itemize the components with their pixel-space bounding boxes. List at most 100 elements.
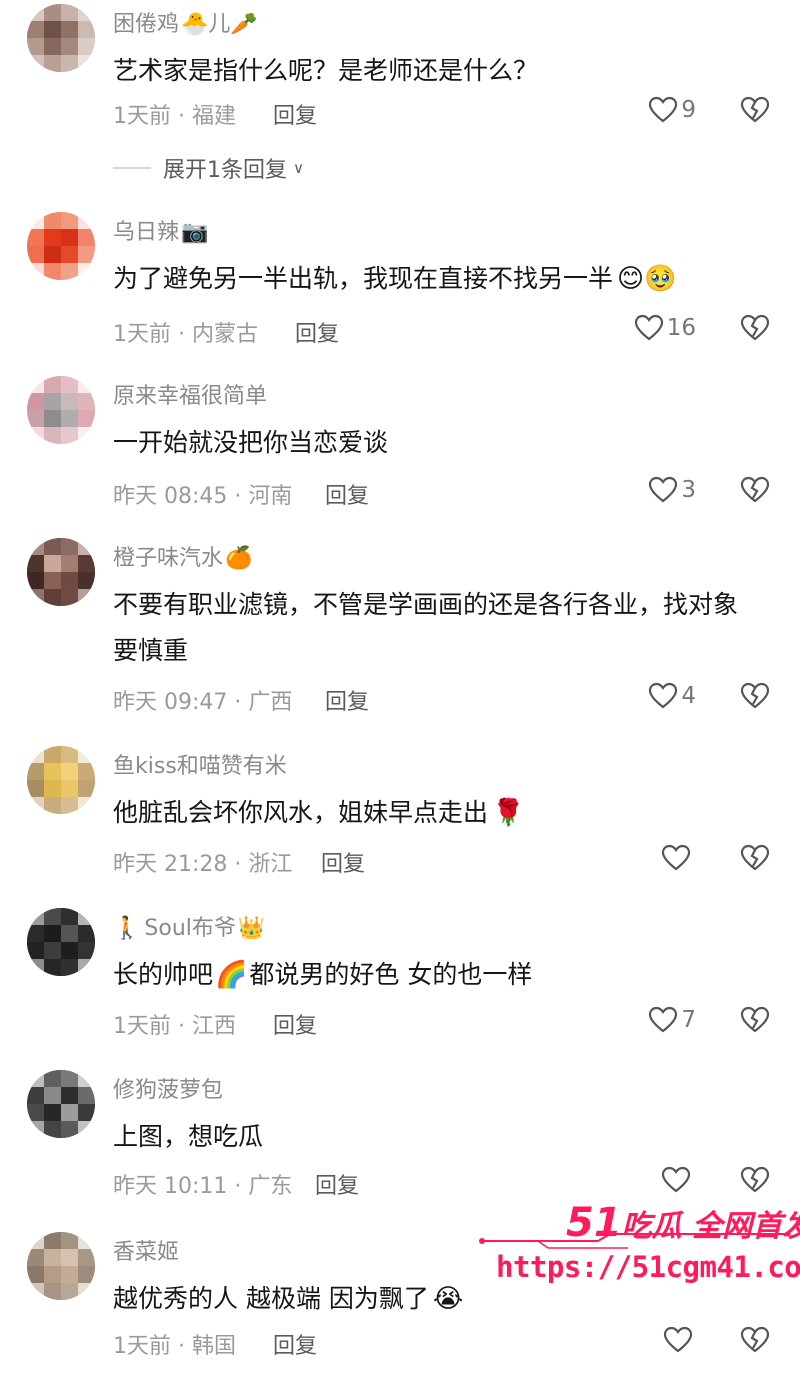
- camera-icon: 📷: [181, 220, 209, 245]
- comment-meta: 昨天 10:11 · 广东 回复: [113, 1168, 359, 1200]
- broken-heart-icon: [740, 844, 770, 871]
- comment-meta: 昨天 08:45 · 河南 回复: [113, 478, 369, 510]
- broken-heart-icon: [740, 682, 770, 709]
- like-count: 16: [666, 315, 696, 341]
- avatar[interactable]: [27, 746, 95, 814]
- username-emoji: 🐣儿🥕: [181, 12, 258, 37]
- dislike-button[interactable]: [740, 96, 770, 128]
- heart-outline-icon: [663, 1326, 693, 1353]
- avatar[interactable]: [27, 376, 95, 444]
- username[interactable]: 鱼kiss和喵赞有米: [113, 748, 287, 780]
- dislike-button[interactable]: [740, 314, 770, 346]
- heart-outline-icon: [661, 844, 691, 871]
- dislike-button[interactable]: [740, 844, 770, 876]
- chevron-down-icon: ∨: [293, 159, 304, 177]
- divider: [113, 167, 151, 169]
- comment-text: 艺术家是指什么呢？是老师还是什么？: [113, 56, 539, 85]
- comment-text: 一开始就没把你当恋爱谈: [113, 428, 389, 457]
- reply-button[interactable]: 回复: [273, 1328, 317, 1360]
- avatar[interactable]: [27, 212, 95, 280]
- avatar[interactable]: [27, 1070, 95, 1138]
- username[interactable]: 修狗菠萝包: [113, 1072, 223, 1104]
- time-location: 昨天 21:28 · 浙江: [113, 852, 293, 877]
- time-location: 昨天 09:47 · 广西: [113, 690, 293, 715]
- like-count: 3: [681, 477, 696, 503]
- expand-replies-button[interactable]: 展开1条回复 ∨: [113, 152, 304, 184]
- heart-outline-icon: [634, 314, 663, 341]
- username[interactable]: 🚶 Soul布爷👑: [113, 910, 265, 942]
- watermark-title: 51吃瓜 全网首发: [566, 1200, 800, 1246]
- broken-heart-icon: [740, 476, 770, 503]
- time-location: 1天前 · 内蒙古: [113, 322, 258, 347]
- broken-heart-icon: [740, 1326, 770, 1353]
- username[interactable]: 香菜姬: [113, 1234, 179, 1266]
- comment-meta: 昨天 21:28 · 浙江 回复: [113, 846, 365, 878]
- broken-heart-icon: [740, 96, 770, 123]
- reply-button[interactable]: 回复: [273, 1008, 317, 1040]
- like-button[interactable]: [661, 844, 694, 872]
- heart-outline-icon: [649, 96, 678, 123]
- reply-button[interactable]: 回复: [315, 1168, 359, 1200]
- comment-text: 为了避免另一半出轨，我现在直接不找另一半 😊🥹: [113, 264, 677, 294]
- heart-outline-icon: [661, 1166, 691, 1193]
- like-count: 4: [681, 683, 696, 709]
- comment-meta: 1天前 · 江西 回复: [113, 1008, 317, 1040]
- comment-feed: 困倦鸡🐣儿🥕 艺术家是指什么呢？是老师还是什么？ 1天前 · 福建 回复 9 展…: [0, 0, 800, 1380]
- comment-text: 上图，想吃瓜: [113, 1122, 264, 1151]
- username[interactable]: 橙子味汽水🍊: [113, 540, 252, 572]
- crying-face-icon: 😭: [432, 1284, 464, 1314]
- like-button[interactable]: [663, 1326, 696, 1354]
- like-button[interactable]: 3: [648, 476, 696, 504]
- comment-text: 长的帅吧🌈都说男的好色 女的也一样: [113, 960, 533, 990]
- text-emoji: 😊🥹: [617, 264, 677, 294]
- time-location: 昨天 10:11 · 广东: [113, 1174, 293, 1199]
- broken-heart-icon: [740, 1166, 770, 1193]
- reply-button[interactable]: 回复: [325, 478, 369, 510]
- rainbow-icon: 🌈: [215, 960, 248, 990]
- dislike-button[interactable]: [740, 1166, 770, 1198]
- like-count: 7: [681, 1007, 696, 1033]
- time-location: 昨天 08:45 · 河南: [113, 484, 293, 509]
- orange-icon: 🍊: [225, 546, 253, 571]
- avatar[interactable]: [27, 4, 95, 72]
- reply-button[interactable]: 回复: [321, 846, 365, 878]
- reply-button[interactable]: 回复: [273, 98, 317, 130]
- heart-outline-icon: [649, 682, 678, 709]
- rose-icon: 🌹: [492, 798, 525, 828]
- avatar[interactable]: [27, 538, 95, 606]
- like-button[interactable]: 16: [634, 314, 696, 342]
- comment-meta: 1天前 · 福建 回复: [113, 98, 317, 130]
- reply-button[interactable]: 回复: [325, 684, 369, 716]
- username[interactable]: 乌日辣📷: [113, 214, 208, 246]
- heart-outline-icon: [649, 1006, 678, 1033]
- like-button[interactable]: 4: [648, 682, 696, 710]
- walking-person-icon: 🚶: [113, 916, 141, 941]
- avatar[interactable]: [27, 1232, 95, 1300]
- watermark-url[interactable]: https://51cgm41.com: [496, 1250, 800, 1284]
- dislike-button[interactable]: [740, 476, 770, 508]
- username[interactable]: 原来幸福很简单: [113, 378, 267, 410]
- like-button[interactable]: 9: [648, 96, 696, 124]
- broken-heart-icon: [740, 1006, 770, 1033]
- dislike-button[interactable]: [740, 1326, 770, 1358]
- comment-meta: 1天前 · 韩国 回复: [113, 1328, 317, 1360]
- dislike-button[interactable]: [740, 1006, 770, 1038]
- time-location: 1天前 · 江西: [113, 1014, 236, 1039]
- heart-outline-icon: [649, 476, 678, 503]
- reply-button[interactable]: 回复: [295, 316, 339, 348]
- broken-heart-icon: [740, 314, 770, 341]
- like-button[interactable]: [661, 1166, 694, 1194]
- like-count: 9: [681, 97, 696, 123]
- comment-text: 他脏乱会坏你风水，姐妹早点走出 🌹: [113, 798, 525, 828]
- comment-meta: 昨天 09:47 · 广西 回复: [113, 684, 369, 716]
- time-location: 1天前 · 福建: [113, 104, 236, 129]
- comment-text: 不要有职业滤镜，不管是学画画的还是各行各业，找对象要慎重: [113, 590, 739, 665]
- avatar[interactable]: [27, 908, 95, 976]
- time-location: 1天前 · 韩国: [113, 1334, 236, 1359]
- comment-meta: 1天前 · 内蒙古 回复: [113, 316, 339, 348]
- watermark: 51吃瓜 全网首发 https://51cgm41.com: [478, 1196, 800, 1296]
- like-button[interactable]: 7: [648, 1006, 696, 1034]
- dislike-button[interactable]: [740, 682, 770, 714]
- username[interactable]: 困倦鸡🐣儿🥕: [113, 6, 258, 38]
- crown-icon: 👑: [237, 916, 266, 941]
